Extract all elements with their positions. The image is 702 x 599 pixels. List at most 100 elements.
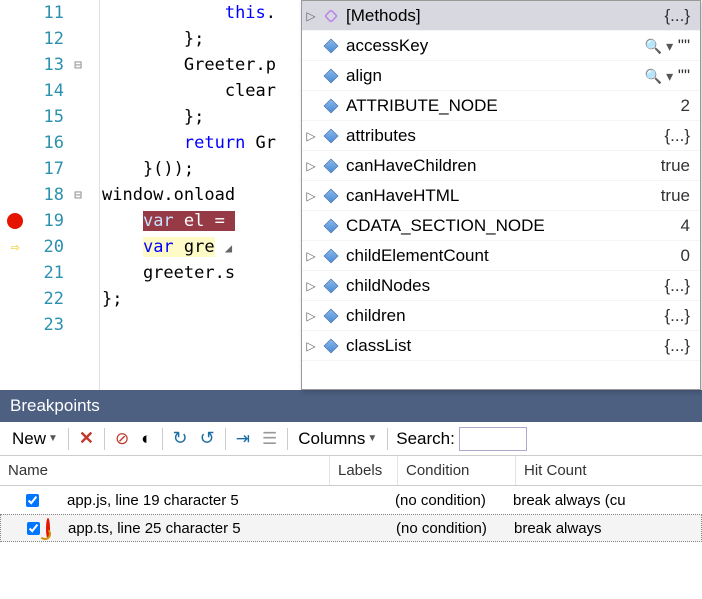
autocomplete-popup[interactable]: ▷ [Methods] {...} accessKey 🔍 ▾ "" align… xyxy=(301,0,701,390)
redo-icon[interactable]: ↻ xyxy=(167,425,194,452)
autocomplete-item[interactable]: ATTRIBUTE_NODE 2 xyxy=(302,91,700,121)
delete-icon[interactable]: ✕ xyxy=(73,425,100,452)
col-hitcount[interactable]: Hit Count xyxy=(516,456,702,485)
method-icon xyxy=(320,9,342,23)
code-editor[interactable]: 11 12 13⊟ 14 15 16 17 18⊟ 19 ⇨20 21 22 2… xyxy=(0,0,702,390)
panel-title: Breakpoints xyxy=(0,390,702,422)
breakpoints-columns: Name Labels Condition Hit Count xyxy=(0,456,702,486)
field-icon xyxy=(320,69,342,83)
breakpoint-row[interactable]: app.js, line 19 character 5 (no conditio… xyxy=(0,486,702,514)
field-icon xyxy=(320,279,342,293)
autocomplete-value: {...} xyxy=(620,306,700,326)
toggle-icon[interactable]: ◐ xyxy=(135,426,157,452)
field-icon xyxy=(320,39,342,53)
autocomplete-value: 2 xyxy=(620,96,700,116)
col-labels[interactable]: Labels xyxy=(330,456,398,485)
breakpoints-toolbar: New ▼ ✕ ⊘ ◐ ↻ ↺ ⇥ ☰ Columns ▼ Search: xyxy=(0,422,702,456)
autocomplete-value: true xyxy=(620,186,700,206)
expand-icon[interactable]: ▷ xyxy=(302,339,320,353)
autocomplete-value: {...} xyxy=(620,276,700,296)
line-number: 21 xyxy=(30,263,70,283)
field-icon xyxy=(320,249,342,263)
expand-icon[interactable]: ▷ xyxy=(302,279,320,293)
autocomplete-value: {...} xyxy=(620,126,700,146)
delete-all-icon[interactable]: ⊘ xyxy=(109,426,135,452)
expand-icon[interactable]: ▷ xyxy=(302,159,320,173)
columns-button[interactable]: Columns ▼ xyxy=(292,426,383,452)
breakpoints-panel: Breakpoints New ▼ ✕ ⊘ ◐ ↻ ↺ ⇥ ☰ Columns … xyxy=(0,390,702,599)
field-icon xyxy=(320,219,342,233)
autocomplete-label: attributes xyxy=(342,126,620,146)
magnifier-icon[interactable]: 🔍 ▾ xyxy=(645,68,673,84)
col-name[interactable]: Name xyxy=(0,456,330,485)
autocomplete-label: children xyxy=(342,306,620,326)
field-icon xyxy=(320,159,342,173)
expand-icon[interactable]: ▷ xyxy=(302,129,320,143)
line-number: 22 xyxy=(30,289,70,309)
line-number: 14 xyxy=(30,81,70,101)
line-number: 13 xyxy=(30,55,70,75)
breakpoint-name: app.js, line 19 character 5 xyxy=(67,492,327,509)
goto-icon[interactable]: ⇥ xyxy=(230,426,256,452)
autocomplete-item[interactable]: CDATA_SECTION_NODE 4 xyxy=(302,211,700,241)
line-number: 19 xyxy=(30,211,70,231)
line-number: 15 xyxy=(30,107,70,127)
col-condition[interactable]: Condition xyxy=(398,456,516,485)
expand-icon[interactable]: ▷ xyxy=(302,189,320,203)
breakpoint-mapped-icon xyxy=(46,520,64,537)
magnifier-icon[interactable]: 🔍 ▾ xyxy=(645,38,673,54)
expand-icon[interactable]: ▷ xyxy=(302,249,320,263)
field-icon xyxy=(320,189,342,203)
field-icon xyxy=(320,99,342,113)
autocomplete-item[interactable]: ▷ childElementCount 0 xyxy=(302,241,700,271)
autocomplete-item[interactable]: ▷ canHaveChildren true xyxy=(302,151,700,181)
current-line-arrow-icon: ⇨ xyxy=(0,238,30,256)
breakpoint-hitcount: break always (cu xyxy=(513,492,626,509)
editor-gutter: 11 12 13⊟ 14 15 16 17 18⊟ 19 ⇨20 21 22 2… xyxy=(0,0,100,390)
line-number: 18 xyxy=(30,185,70,205)
expand-icon[interactable]: ▷ xyxy=(302,309,320,323)
autocomplete-value: 0 xyxy=(620,246,700,266)
line-number: 23 xyxy=(30,315,70,335)
list-icon[interactable]: ☰ xyxy=(256,426,283,452)
search-input[interactable] xyxy=(459,427,527,451)
undo-icon[interactable]: ↺ xyxy=(194,425,221,452)
autocomplete-label: childNodes xyxy=(342,276,620,296)
autocomplete-item[interactable]: ▷ attributes {...} xyxy=(302,121,700,151)
autocomplete-value: {...} xyxy=(620,6,700,26)
autocomplete-item[interactable]: ▷ [Methods] {...} xyxy=(302,1,700,31)
line-number: 11 xyxy=(30,3,70,23)
autocomplete-value: 4 xyxy=(620,216,700,236)
line-number: 20 xyxy=(30,237,70,257)
autocomplete-item[interactable]: ▷ classList {...} xyxy=(302,331,700,361)
autocomplete-value: {...} xyxy=(620,336,700,356)
breakpoint-condition: (no condition) xyxy=(396,520,514,537)
autocomplete-label: canHaveHTML xyxy=(342,186,620,206)
autocomplete-item[interactable]: ▷ childNodes {...} xyxy=(302,271,700,301)
autocomplete-label: align xyxy=(342,66,620,86)
field-icon xyxy=(320,339,342,353)
breakpoint-glyph[interactable] xyxy=(0,213,30,229)
field-icon xyxy=(320,129,342,143)
autocomplete-item[interactable]: accessKey 🔍 ▾ "" xyxy=(302,31,700,61)
expand-icon[interactable]: ▷ xyxy=(302,9,320,23)
autocomplete-value: true xyxy=(620,156,700,176)
breakpoint-checkbox[interactable] xyxy=(26,494,39,507)
breakpoint-condition: (no condition) xyxy=(395,492,513,509)
autocomplete-item[interactable]: ▷ canHaveHTML true xyxy=(302,181,700,211)
breakpoint-row[interactable]: app.ts, line 25 character 5 (no conditio… xyxy=(0,514,702,542)
new-breakpoint-button[interactable]: New ▼ xyxy=(6,426,64,452)
autocomplete-label: [Methods] xyxy=(342,6,620,26)
autocomplete-item[interactable]: align 🔍 ▾ "" xyxy=(302,61,700,91)
search-label: Search: xyxy=(392,429,459,449)
fold-icon[interactable]: ⊟ xyxy=(70,188,86,203)
line-number: 17 xyxy=(30,159,70,179)
line-number: 12 xyxy=(30,29,70,49)
autocomplete-label: CDATA_SECTION_NODE xyxy=(342,216,620,236)
line-number: 16 xyxy=(30,133,70,153)
breakpoint-name: app.ts, line 25 character 5 xyxy=(68,520,328,537)
autocomplete-label: ATTRIBUTE_NODE xyxy=(342,96,620,116)
field-icon xyxy=(320,309,342,323)
autocomplete-item[interactable]: ▷ children {...} xyxy=(302,301,700,331)
fold-icon[interactable]: ⊟ xyxy=(70,58,86,73)
